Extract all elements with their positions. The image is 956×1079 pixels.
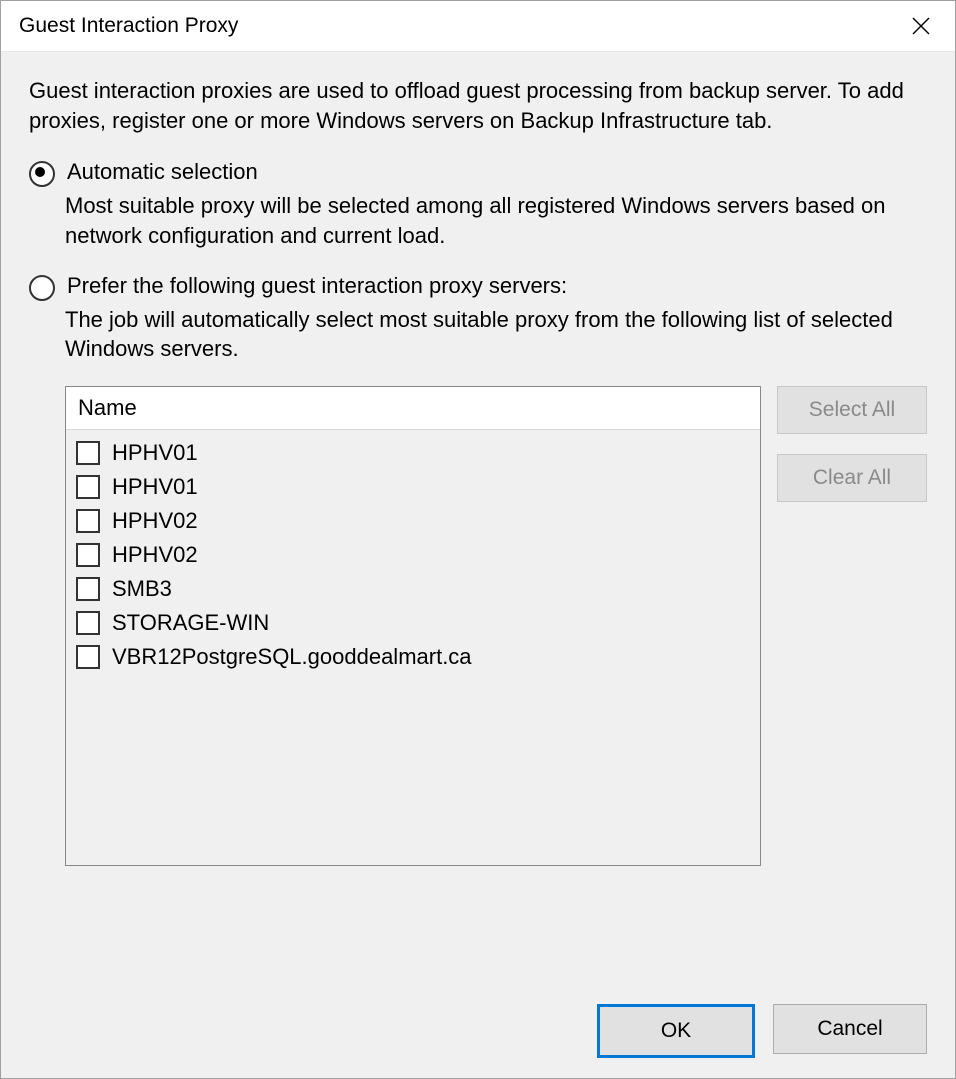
checkbox-icon[interactable] [76, 543, 100, 567]
radio-label: Prefer the following guest interaction p… [67, 271, 567, 301]
clear-all-button[interactable]: Clear All [777, 454, 927, 502]
dialog-body: Guest interaction proxies are used to of… [1, 52, 955, 1078]
side-buttons: Select All Clear All [777, 386, 927, 866]
radio-prefer-servers[interactable]: Prefer the following guest interaction p… [29, 271, 927, 301]
select-all-button[interactable]: Select All [777, 386, 927, 434]
radio-icon [29, 161, 55, 187]
proxy-list-area: Name HPHV01 HPHV01 HPHV02 HPHV02 SMB3 STORAGE… [65, 386, 927, 866]
list-item-label: HPHV02 [112, 542, 198, 568]
dialog-window: Guest Interaction Proxy Guest interactio… [0, 0, 956, 1079]
intro-text: Guest interaction proxies are used to of… [29, 76, 927, 135]
list-item-label: VBR12PostgreSQL.gooddealmart.ca [112, 644, 472, 670]
list-item[interactable]: SMB3 [76, 572, 750, 606]
checkbox-icon[interactable] [76, 509, 100, 533]
titlebar: Guest Interaction Proxy [1, 1, 955, 52]
window-title: Guest Interaction Proxy [19, 14, 238, 38]
list-item[interactable]: HPHV02 [76, 538, 750, 572]
list-item[interactable]: VBR12PostgreSQL.gooddealmart.ca [76, 640, 750, 674]
checkbox-icon[interactable] [76, 475, 100, 499]
radio-automatic-selection[interactable]: Automatic selection [29, 157, 927, 187]
proxy-listbox[interactable]: Name HPHV01 HPHV01 HPHV02 HPHV02 SMB3 STORAGE… [65, 386, 761, 866]
list-item[interactable]: HPHV01 [76, 470, 750, 504]
list-item-label: STORAGE-WIN [112, 610, 269, 636]
dialog-footer: OK Cancel [29, 984, 927, 1058]
radio-prefer-desc: The job will automatically select most s… [65, 305, 927, 364]
list-item-label: SMB3 [112, 576, 172, 602]
checkbox-icon[interactable] [76, 645, 100, 669]
list-item[interactable]: STORAGE-WIN [76, 606, 750, 640]
radio-icon [29, 275, 55, 301]
cancel-button[interactable]: Cancel [773, 1004, 927, 1054]
list-item[interactable]: HPHV01 [76, 436, 750, 470]
column-name: Name [78, 395, 748, 421]
ok-button[interactable]: OK [597, 1004, 755, 1058]
checkbox-icon[interactable] [76, 441, 100, 465]
close-icon[interactable] [901, 6, 941, 46]
radio-label: Automatic selection [67, 157, 258, 187]
list-item[interactable]: HPHV02 [76, 504, 750, 538]
list-item-label: HPHV01 [112, 440, 198, 466]
list-item-label: HPHV01 [112, 474, 198, 500]
list-header: Name [66, 387, 760, 430]
radio-automatic-desc: Most suitable proxy will be selected amo… [65, 191, 927, 250]
list-body: HPHV01 HPHV01 HPHV02 HPHV02 SMB3 STORAGE-WIN V… [66, 430, 760, 680]
checkbox-icon[interactable] [76, 577, 100, 601]
checkbox-icon[interactable] [76, 611, 100, 635]
list-item-label: HPHV02 [112, 508, 198, 534]
